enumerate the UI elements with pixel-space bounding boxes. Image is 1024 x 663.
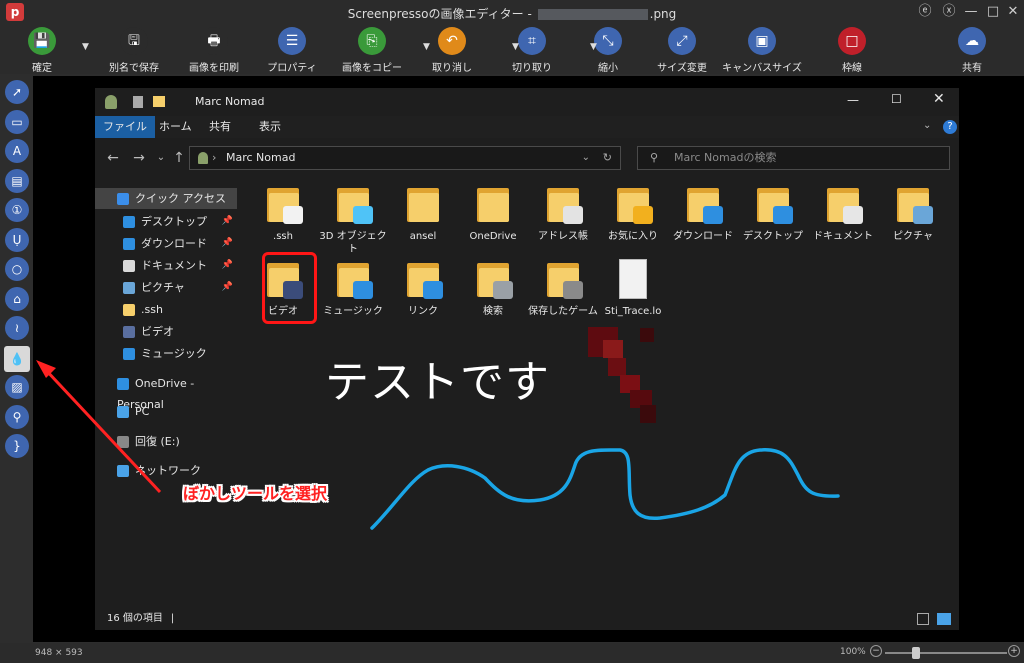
callout-arrow-head [36,360,56,378]
zoom-in-icon[interactable]: + [1008,645,1020,657]
editor-status-bar: 948 × 593 100% − + [0,643,1024,663]
zoom-out-icon[interactable]: − [870,645,882,657]
zoom-slider-knob[interactable] [912,647,920,659]
callout-arrow [42,366,162,494]
image-dimensions: 948 × 593 [35,648,83,658]
annotation-layer [36,360,840,530]
screenpresso-editor: p Screenpressoの画像エディター - .png ⓔ ⓧ — □ ✕ … [0,0,1024,663]
freehand-line [370,448,840,530]
zoom-slider[interactable] [885,652,1007,654]
callout-label: ぼかしツールを選択 [183,484,328,503]
zoom-level: 100% [840,647,866,657]
